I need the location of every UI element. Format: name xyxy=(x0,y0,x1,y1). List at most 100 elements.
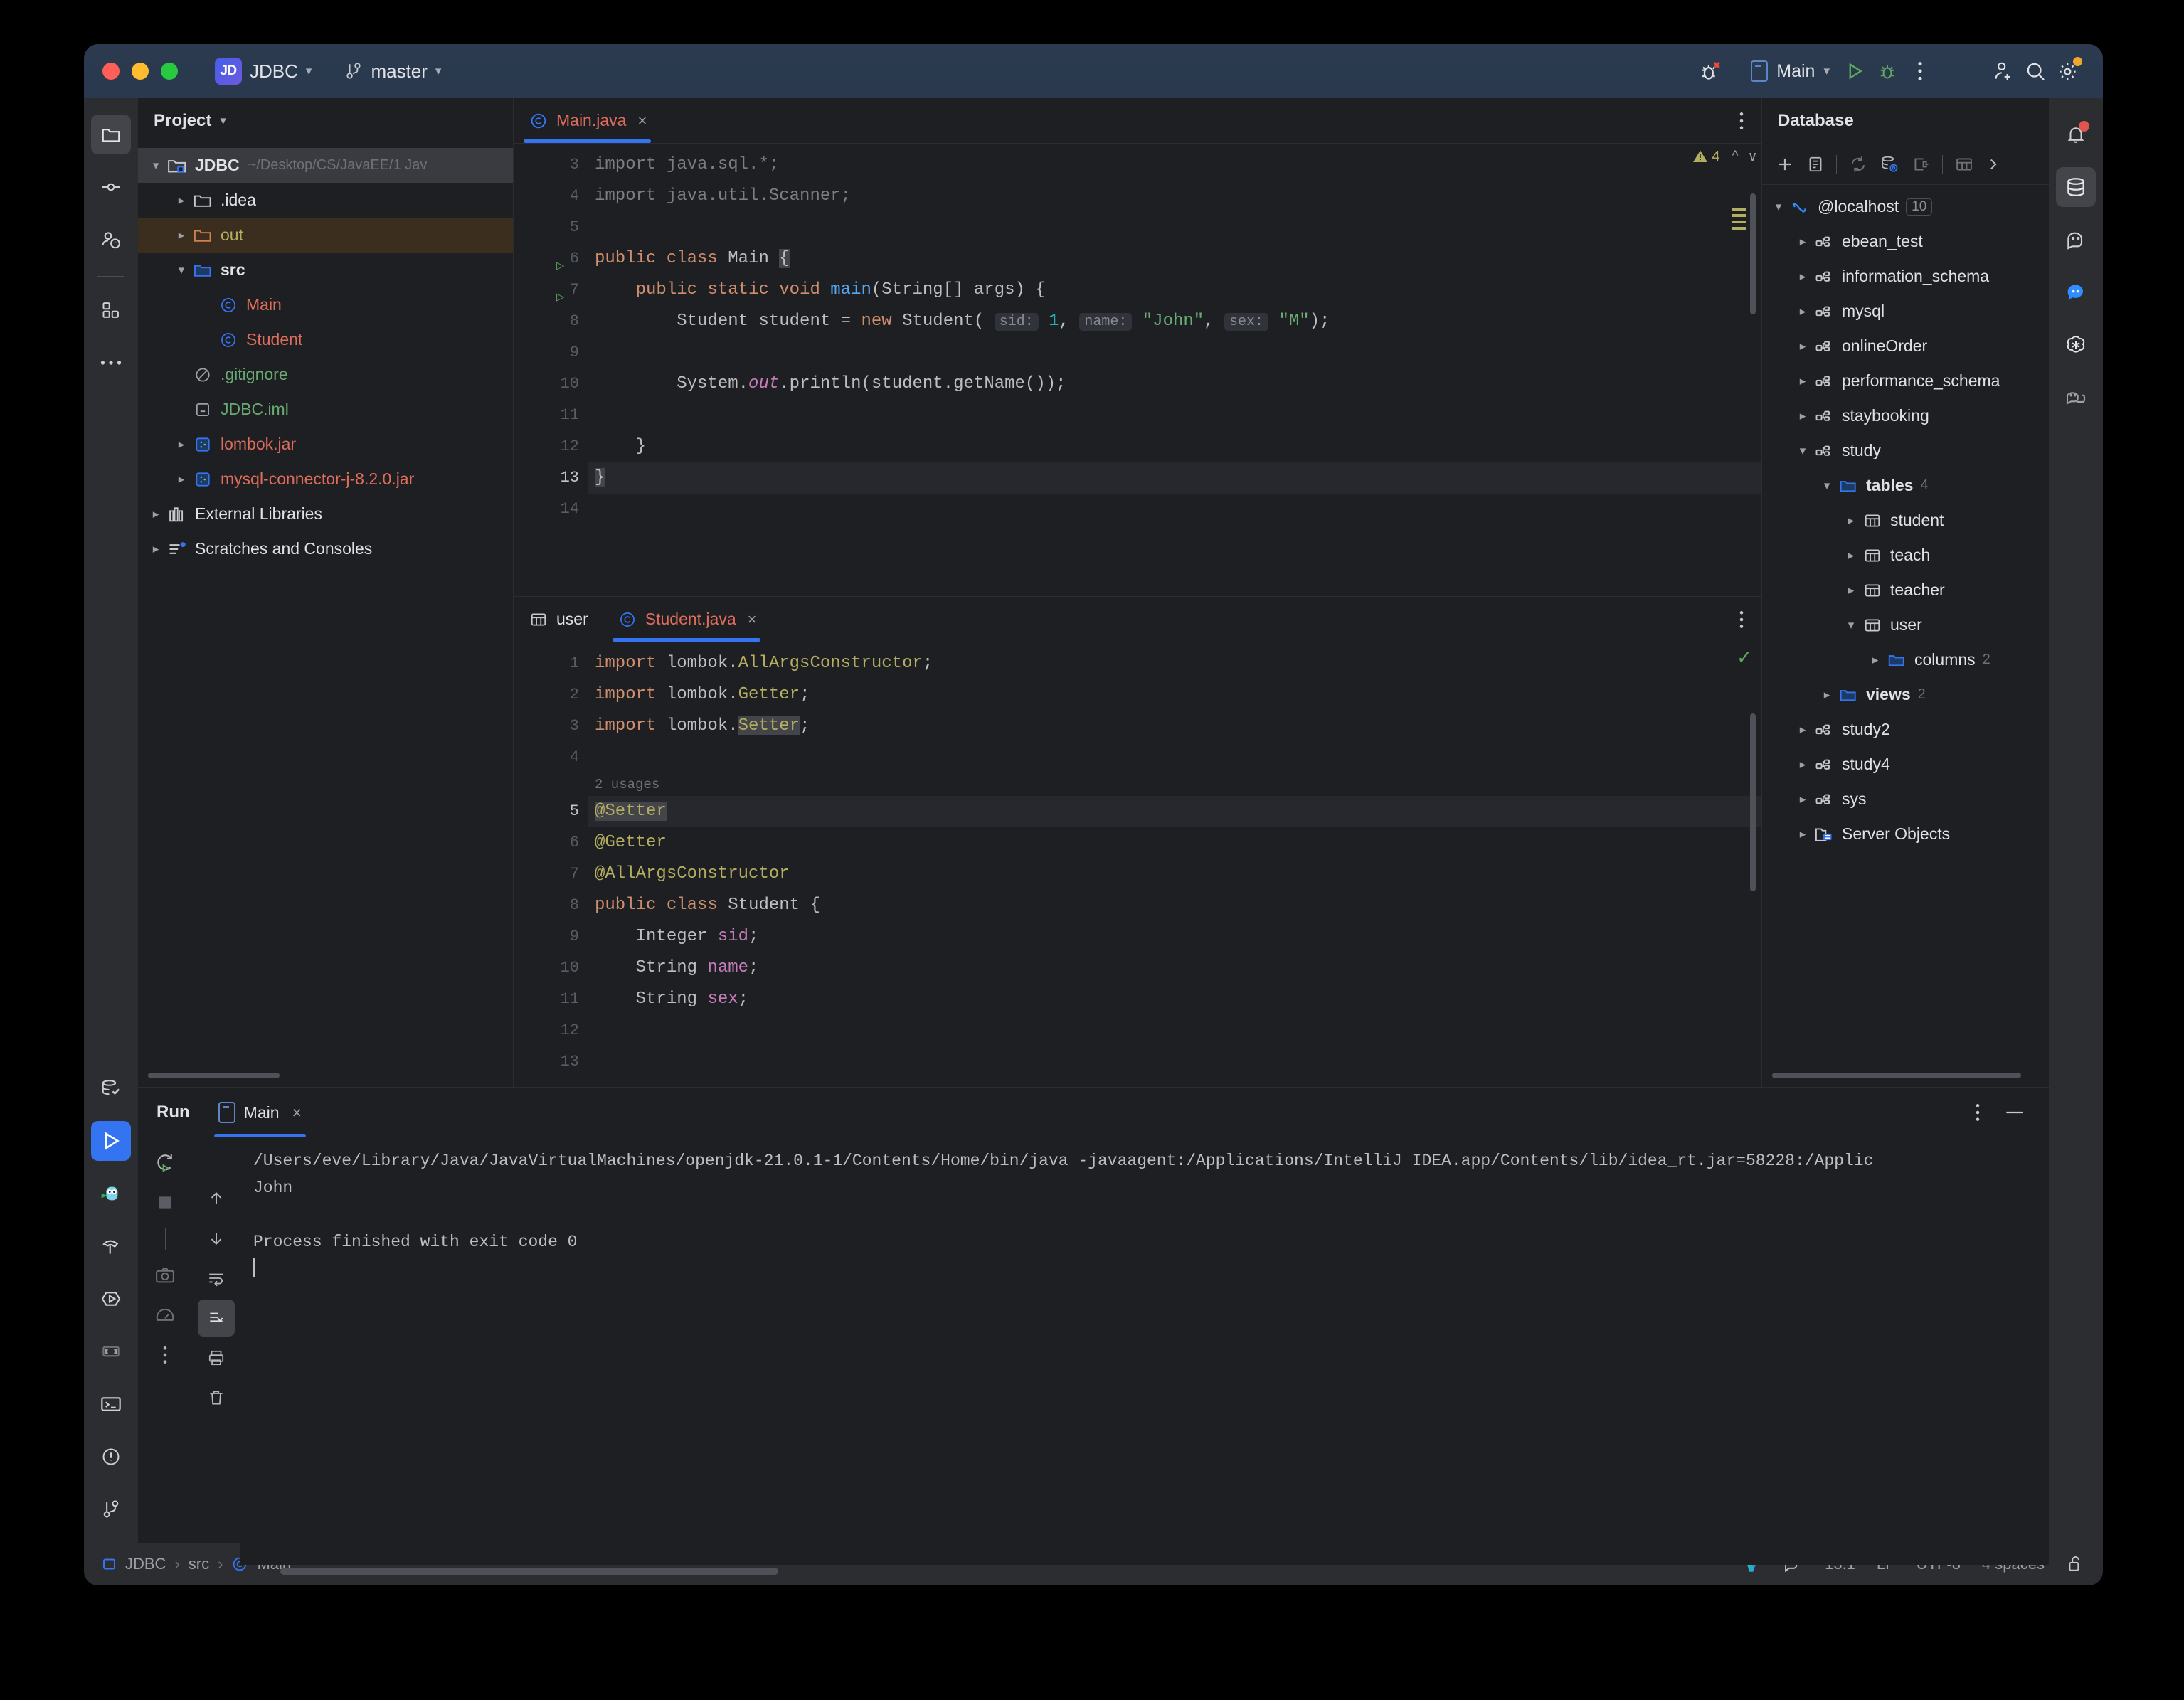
print-button[interactable] xyxy=(198,1339,235,1376)
soft-wrap-button[interactable] xyxy=(198,1260,235,1297)
scroll-down-button[interactable] xyxy=(198,1220,235,1257)
project-tree-item-student[interactable]: Student xyxy=(138,322,513,357)
project-tree-item-external-libraries[interactable]: ▸ External Libraries xyxy=(138,496,513,531)
console-output[interactable]: /Users/eve/Library/Java/JavaVirtualMachi… xyxy=(240,1137,2049,1565)
inspection-warning-badge[interactable]: 4 ^ ∨ xyxy=(1692,148,1758,165)
close-window-button[interactable] xyxy=(102,63,120,80)
tree-expand-arrow[interactable]: ▸ xyxy=(1793,792,1812,807)
editor-bottom-gutter[interactable]: 1 2 3 4 5 6 7 8 9 10 11 12 13 xyxy=(514,642,588,1087)
disconnect-button[interactable] xyxy=(1911,154,1931,174)
gutter-line-5[interactable]: 5 xyxy=(514,796,588,827)
database-horizontal-scrollbar[interactable] xyxy=(1772,1073,2039,1080)
gutter-line-4[interactable]: 4 xyxy=(514,181,588,212)
sidebar-item-go[interactable] xyxy=(91,1174,131,1213)
code-line-1[interactable]: import lombok.AllArgsConstructor; xyxy=(588,648,1761,679)
database-tree-item-study2[interactable]: ▸ study2 xyxy=(1762,712,2049,747)
sidebar-item-run[interactable] xyxy=(91,1121,131,1161)
settings-button[interactable] xyxy=(2052,55,2084,87)
gutter-line-7[interactable]: ▷ 7 xyxy=(514,275,588,306)
project-tree-item-out[interactable]: ▸ out xyxy=(138,218,513,253)
prev-problem-icon[interactable]: ^ xyxy=(1732,149,1739,164)
tree-expand-arrow[interactable]: ▾ xyxy=(1793,444,1812,458)
code-line-3[interactable]: import java.sql.*; xyxy=(588,149,1761,181)
table-view-button[interactable] xyxy=(1954,154,1974,174)
sidebar-item-structure[interactable] xyxy=(91,290,131,330)
code-line-12[interactable] xyxy=(588,1015,1761,1046)
close-icon[interactable]: × xyxy=(637,112,647,130)
database-tree-item-study4[interactable]: ▸ study4 xyxy=(1762,747,2049,782)
inspection-ok-icon[interactable]: ✓ xyxy=(1737,647,1752,669)
tree-expand-arrow[interactable]: ▸ xyxy=(172,472,191,487)
close-icon[interactable]: × xyxy=(292,1103,302,1122)
code-line-11[interactable]: String sex; xyxy=(588,984,1761,1015)
code-line-14[interactable] xyxy=(588,494,1761,525)
tree-expand-arrow[interactable]: ▸ xyxy=(147,542,165,556)
scroll-up-button[interactable] xyxy=(198,1180,235,1217)
code-line-11[interactable] xyxy=(588,400,1761,431)
clear-all-button[interactable] xyxy=(198,1379,235,1416)
add-datasource-button[interactable] xyxy=(1775,154,1795,174)
search-button[interactable] xyxy=(2019,55,2052,87)
editor-options-button[interactable] xyxy=(1739,111,1761,131)
sidebar-item-database-check[interactable] xyxy=(91,1068,131,1108)
database-tree-item-ebean_test[interactable]: ▸ ebean_test xyxy=(1762,224,2049,259)
gutter-line-3[interactable]: 3 xyxy=(514,711,588,742)
sidebar-item-openai[interactable] xyxy=(2056,325,2096,365)
maximize-window-button[interactable] xyxy=(161,63,178,80)
tree-expand-arrow[interactable]: ▸ xyxy=(1842,514,1860,528)
database-tree-item-server-objects[interactable]: ▸ Server Objects xyxy=(1762,817,2049,851)
screenshot-button[interactable] xyxy=(147,1257,184,1294)
sidebar-item-build[interactable] xyxy=(91,1226,131,1266)
tree-expand-arrow[interactable]: ▸ xyxy=(1793,270,1812,284)
gutter-line-12[interactable]: 12 xyxy=(514,431,588,462)
gutter-line-9[interactable]: 9 xyxy=(514,921,588,952)
code-line-12[interactable]: } xyxy=(588,431,1761,462)
expand-toolbar-button[interactable] xyxy=(1986,155,2001,174)
read-only-toggle[interactable] xyxy=(2066,1554,2084,1574)
editor-top-text[interactable]: import java.sql.*; import java.util.Scann… xyxy=(588,144,1761,596)
editor-top-code[interactable]: 3 4 5 ▷ 6 ▷ 7 8 9 10 11 12 13 14 import java.sql.*; im… xyxy=(514,144,1761,596)
usages-hint[interactable]: 2 usages xyxy=(588,773,1761,796)
gutter-line-8[interactable]: 8 xyxy=(514,890,588,921)
stop-button[interactable] xyxy=(147,1184,184,1221)
gutter-line-11[interactable]: 11 xyxy=(514,984,588,1015)
database-tree-item-teach[interactable]: ▸ teach xyxy=(1762,538,2049,573)
tree-expand-arrow[interactable]: ▸ xyxy=(172,437,191,452)
code-line-10[interactable]: System.out.println(student.getName()); xyxy=(588,368,1761,400)
code-line-7[interactable]: public static void main(String[] args) { xyxy=(588,275,1761,306)
tree-expand-arrow[interactable]: ▸ xyxy=(1793,758,1812,772)
tab-main-java[interactable]: Main.java × xyxy=(514,98,661,143)
gutter-line-11[interactable]: 11 xyxy=(514,400,588,431)
project-tree-item-jdbc-iml[interactable]: JDBC.iml xyxy=(138,392,513,427)
tree-expand-arrow[interactable]: ▸ xyxy=(1842,548,1860,563)
code-line-4[interactable] xyxy=(588,742,1761,773)
database-tree-item-user[interactable]: ▾ user xyxy=(1762,607,2049,642)
tree-expand-arrow[interactable]: ▾ xyxy=(1818,479,1836,493)
editor-bottom-code[interactable]: 1 2 3 4 5 6 7 8 9 10 11 12 13 import lombok.AllArgsC… xyxy=(514,642,1761,1087)
rerun-button[interactable] xyxy=(147,1144,184,1181)
project-tree-item-scratches-and-consoles[interactable]: ▸ Scratches and Consoles xyxy=(138,531,513,566)
gutter-line-6[interactable]: 6 xyxy=(514,827,588,859)
next-problem-icon[interactable]: ∨ xyxy=(1748,149,1758,165)
database-tree-item--localhost[interactable]: ▾ @localhost 10 xyxy=(1762,189,2049,224)
window-controls[interactable] xyxy=(102,63,178,80)
database-tree-item-sys[interactable]: ▸ sys xyxy=(1762,782,2049,817)
sidebar-item-run-anything[interactable] xyxy=(91,1279,131,1319)
datasource-properties-button[interactable] xyxy=(1880,154,1899,174)
tree-expand-arrow[interactable]: ▸ xyxy=(1818,688,1836,702)
gutter-line-13[interactable]: 13 xyxy=(514,1046,588,1078)
gutter-line-1[interactable]: 1 xyxy=(514,648,588,679)
tree-expand-arrow[interactable]: ▸ xyxy=(1793,339,1812,354)
code-line-8[interactable]: Student student = new Student( sid: 1, n… xyxy=(588,306,1761,337)
tree-expand-arrow[interactable]: ▸ xyxy=(172,193,191,208)
run-configuration-selector[interactable]: Main ▾ xyxy=(1742,58,1838,85)
database-tree-item-mysql[interactable]: ▸ mysql xyxy=(1762,294,2049,329)
gutter-line-7[interactable]: 7 xyxy=(514,859,588,890)
gutter-line-4[interactable]: 4 xyxy=(514,742,588,773)
database-tree-item-onlineorder[interactable]: ▸ onlineOrder xyxy=(1762,329,2049,363)
database-tree-item-staybooking[interactable]: ▸ staybooking xyxy=(1762,398,2049,433)
code-line-10[interactable]: String name; xyxy=(588,952,1761,984)
gutter-line-14[interactable]: 14 xyxy=(514,494,588,525)
run-tab-main[interactable]: Main × xyxy=(210,1088,310,1137)
gutter-line-6[interactable]: ▷ 6 xyxy=(514,243,588,275)
